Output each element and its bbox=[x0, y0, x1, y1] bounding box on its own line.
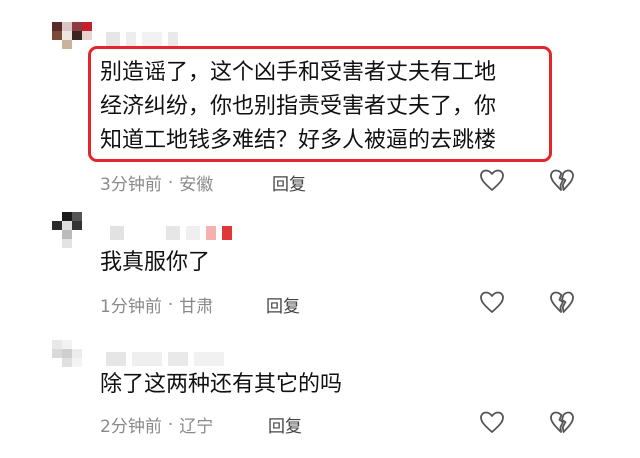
comment-item: 我真服你了 1分钟前 · 甘肃 回复 bbox=[0, 200, 640, 330]
username-blurred[interactable] bbox=[110, 226, 232, 240]
comment-text: 别造谣了，这个凶手和受害者丈夫有工地 经济纠纷，你也别指责受害者丈夫了，你 知道… bbox=[100, 56, 496, 158]
avatar[interactable] bbox=[52, 212, 92, 248]
comment-item: 别造谣了，这个凶手和受害者丈夫有工地 经济纠纷，你也别指责受害者丈夫了，你 知道… bbox=[0, 0, 640, 200]
reply-button[interactable]: 回复 bbox=[268, 412, 302, 437]
comment-region: 安徽 bbox=[179, 175, 214, 195]
comment-text-line: 除了这两种还有其它的吗 bbox=[100, 372, 343, 397]
heart-outline-icon[interactable] bbox=[478, 166, 506, 194]
comment-text: 除了这两种还有其它的吗 bbox=[100, 368, 342, 402]
username-blurred[interactable] bbox=[106, 32, 178, 46]
comment-time: 2分钟前 bbox=[100, 417, 162, 437]
broken-heart-icon[interactable] bbox=[548, 408, 576, 436]
broken-heart-icon[interactable] bbox=[548, 288, 576, 316]
comment-time: 3分钟前 bbox=[100, 175, 162, 195]
reply-button[interactable]: 回复 bbox=[266, 292, 300, 317]
meta-separator: · bbox=[167, 172, 174, 193]
reply-button[interactable]: 回复 bbox=[272, 170, 306, 195]
comment-meta: 2分钟前 · 辽宁 bbox=[100, 412, 214, 438]
comment-text-line: 知道工地钱多难结？好多人被逼的去跳楼 bbox=[100, 128, 497, 153]
meta-separator: · bbox=[167, 414, 174, 435]
comment-text-line: 别造谣了，这个凶手和受害者丈夫有工地 bbox=[100, 60, 497, 85]
comment-meta: 3分钟前 · 安徽 bbox=[100, 170, 214, 196]
comment-region: 甘肃 bbox=[179, 297, 214, 317]
comment-text-line: 我真服你了 bbox=[100, 250, 211, 275]
comment-time: 1分钟前 bbox=[100, 297, 162, 317]
comment-text: 我真服你了 bbox=[100, 246, 210, 280]
broken-heart-icon[interactable] bbox=[548, 166, 576, 194]
comment-meta: 1分钟前 · 甘肃 bbox=[100, 292, 214, 318]
avatar[interactable] bbox=[52, 22, 92, 58]
comment-region: 辽宁 bbox=[179, 417, 214, 437]
meta-separator: · bbox=[167, 294, 174, 315]
heart-outline-icon[interactable] bbox=[478, 288, 506, 316]
heart-outline-icon[interactable] bbox=[478, 408, 506, 436]
comment-text-line: 经济纠纷，你也别指责受害者丈夫了，你 bbox=[100, 94, 497, 119]
comment-item: 除了这两种还有其它的吗 2分钟前 · 辽宁 回复 bbox=[0, 330, 640, 458]
avatar[interactable] bbox=[52, 340, 92, 376]
username-blurred[interactable] bbox=[106, 352, 224, 366]
